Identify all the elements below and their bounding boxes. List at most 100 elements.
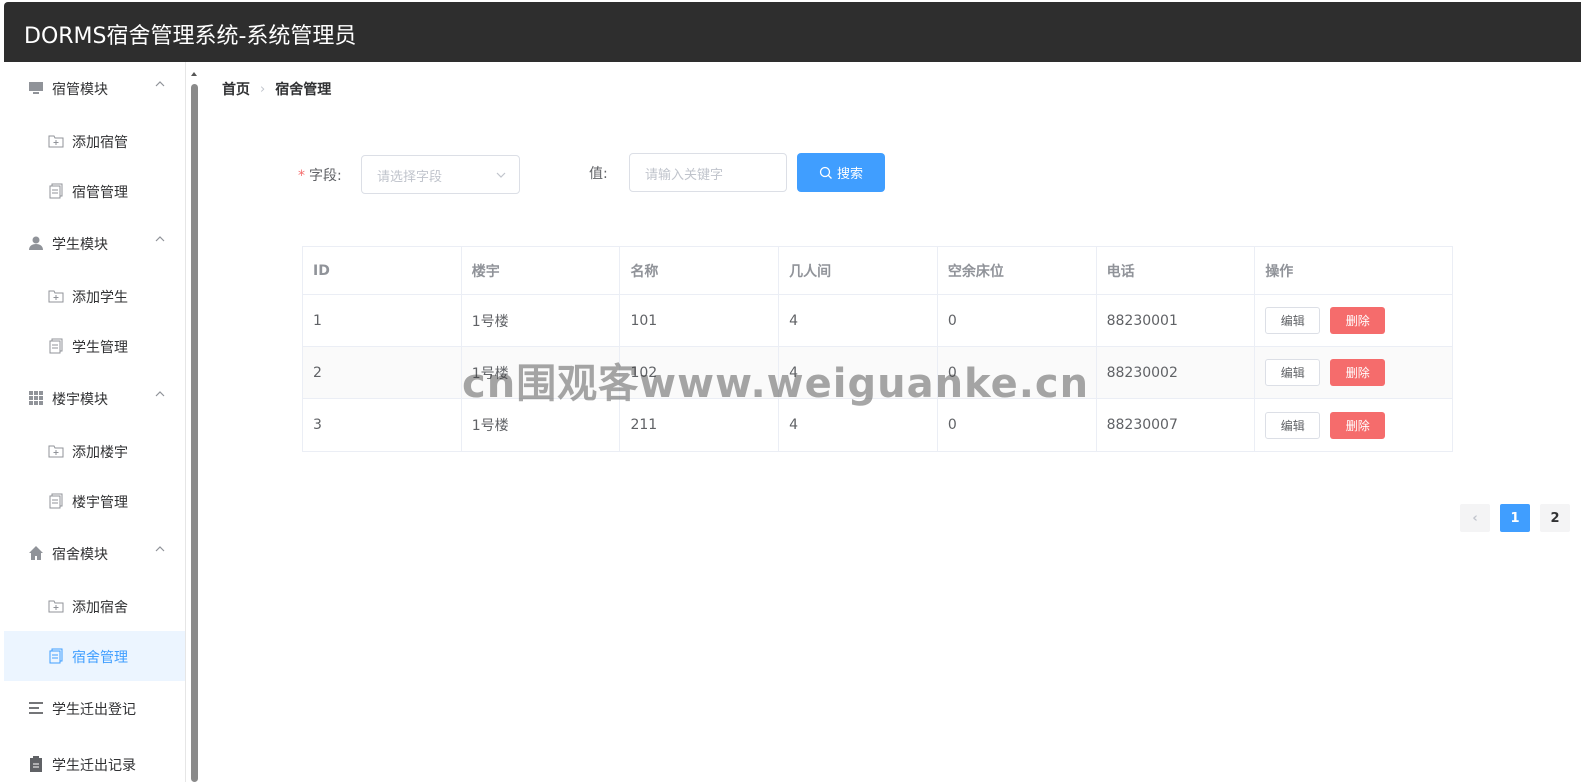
user-icon: [29, 236, 43, 250]
table-row: 1 1号楼 101 4 0 88230001 编辑 删除: [303, 295, 1452, 347]
app-header: DORMS宿舍管理系统-系统管理员: [4, 2, 1581, 62]
table-cell: 88230007: [1097, 399, 1256, 451]
grid-icon: [29, 391, 43, 405]
sidebar-item-student-checkout-records[interactable]: 学生迁出记录: [4, 738, 185, 782]
sidebar-item-dorm-list[interactable]: 宿舍管理: [4, 631, 185, 681]
menu-group-label: 学生模块: [52, 237, 108, 253]
sidebar-item-dorm-manager-list[interactable]: 宿管管理: [4, 166, 185, 216]
table-cell: 0: [938, 295, 1097, 346]
app-title: DORMS宿舍管理系统-系统管理员: [24, 24, 357, 49]
actions-cell: 编辑 删除: [1255, 347, 1452, 398]
search-button-label: 搜索: [836, 167, 863, 182]
sidebar-scrollbar[interactable]: [189, 68, 200, 782]
chevron-up-icon: [155, 81, 165, 87]
scrollbar-thumb[interactable]: [191, 84, 198, 782]
breadcrumb-current: 宿舍管理: [275, 82, 332, 98]
delete-button[interactable]: 删除: [1330, 411, 1386, 439]
edit-button[interactable]: 编辑: [1265, 411, 1321, 439]
column-header: 名称: [620, 247, 780, 294]
pagination: ‹ 1 2: [1460, 504, 1570, 532]
table-cell: 88230001: [1097, 295, 1256, 346]
scroll-up-arrow-icon[interactable]: [191, 72, 197, 76]
column-header: 几人间: [779, 247, 938, 294]
menu-group-label: 宿管模块: [52, 82, 108, 98]
breadcrumb: 首页 › 宿舍管理: [222, 79, 331, 99]
folder-add-icon: [48, 600, 64, 613]
sidebar-item-add-dorm[interactable]: 添加宿舍: [4, 581, 185, 631]
sidebar-item-label: 添加学生: [72, 290, 128, 306]
table-cell: 101: [620, 295, 780, 346]
watermark: cn围观客www.weiguanke.cn: [462, 361, 1090, 407]
sidebar-item-label: 学生迁出登记: [52, 702, 136, 718]
chevron-up-icon: [155, 236, 165, 242]
table-cell: 1: [303, 295, 462, 346]
delete-button[interactable]: 删除: [1330, 307, 1386, 334]
monitor-icon: [29, 82, 43, 94]
sidebar-item-label: 添加宿舍: [72, 600, 128, 616]
column-header: ID: [303, 247, 462, 294]
table-header-row: ID 楼宇 名称 几人间 空余床位 电话 操作: [303, 247, 1452, 295]
table-cell: 88230002: [1097, 347, 1256, 398]
edit-button[interactable]: 编辑: [1265, 307, 1321, 334]
list-icon: [29, 702, 43, 714]
sidebar-item-label: 学生管理: [72, 340, 128, 356]
edit-button[interactable]: 编辑: [1265, 359, 1321, 386]
menu-group-dorm-manager[interactable]: 宿管模块: [4, 62, 185, 114]
keyword-input[interactable]: 请输入关键字: [629, 153, 787, 192]
folder-add-icon: [48, 445, 64, 458]
field-label-text: 字段:: [309, 168, 342, 184]
required-mark: *: [298, 168, 305, 184]
table-cell: 3: [303, 399, 462, 451]
table-cell: 1号楼: [462, 295, 621, 346]
chevron-up-icon: [155, 546, 165, 552]
table-cell: 2: [303, 347, 462, 398]
page-button[interactable]: 1: [1500, 504, 1530, 532]
sidebar-item-building-list[interactable]: 楼宇管理: [4, 476, 185, 526]
menu-group-building[interactable]: 楼宇模块: [4, 372, 185, 424]
menu-group-dorm[interactable]: 宿舍模块: [4, 527, 185, 579]
sidebar-item-label: 添加楼宇: [72, 445, 128, 461]
clipboard-icon: [30, 756, 42, 772]
chevron-up-icon: [155, 391, 165, 397]
sidebar: 宿管模块 添加宿管 宿管管理 学生模块 添加学生 学生管理 楼宇模块 添加楼宇 …: [4, 62, 186, 782]
column-header: 操作: [1265, 263, 1294, 280]
search-button[interactable]: 搜索: [797, 153, 885, 192]
value-label: 值:: [589, 166, 608, 182]
search-icon: [819, 166, 832, 179]
dorm-table: ID 楼宇 名称 几人间 空余床位 电话 操作 1 1号楼 101 4 0 88…: [302, 246, 1453, 452]
menu-group-label: 宿舍模块: [52, 547, 108, 563]
prev-page-button[interactable]: ‹: [1460, 504, 1490, 532]
menu-group-student[interactable]: 学生模块: [4, 217, 185, 269]
sidebar-item-label: 学生迁出记录: [52, 758, 136, 774]
page-button[interactable]: 2: [1540, 504, 1570, 532]
breadcrumb-separator-icon: ›: [260, 81, 266, 97]
sidebar-item-label: 楼宇管理: [72, 495, 128, 511]
sidebar-item-student-checkout-register[interactable]: 学生迁出登记: [4, 682, 185, 734]
actions-cell: 编辑 删除: [1255, 295, 1452, 346]
document-icon: [49, 338, 63, 354]
folder-add-icon: [48, 290, 64, 303]
table-cell: 4: [779, 295, 938, 346]
column-header: 楼宇: [462, 247, 621, 294]
chevron-down-icon: [496, 172, 506, 178]
sidebar-item-student-list[interactable]: 学生管理: [4, 321, 185, 371]
sidebar-item-label: 宿舍管理: [72, 650, 128, 666]
sidebar-item-label: 宿管管理: [72, 185, 128, 201]
sidebar-item-add-student[interactable]: 添加学生: [4, 271, 185, 321]
actions-cell: 编辑 删除: [1255, 399, 1452, 451]
column-header: 空余床位: [938, 247, 1097, 294]
home-icon: [29, 546, 43, 560]
breadcrumb-home[interactable]: 首页: [222, 79, 250, 99]
document-icon: [49, 648, 63, 664]
field-select-placeholder: 请选择字段: [377, 170, 443, 185]
field-select[interactable]: 请选择字段: [361, 155, 520, 194]
sidebar-item-add-building[interactable]: 添加楼宇: [4, 426, 185, 476]
delete-button[interactable]: 删除: [1330, 359, 1386, 386]
folder-add-icon: [48, 135, 64, 148]
document-icon: [49, 493, 63, 509]
sidebar-item-label: 添加宿管: [72, 135, 128, 151]
sidebar-item-add-dorm-manager[interactable]: 添加宿管: [4, 116, 185, 166]
keyword-input-placeholder: 请输入关键字: [645, 168, 724, 183]
document-icon: [49, 183, 63, 199]
column-header: 电话: [1097, 247, 1256, 294]
